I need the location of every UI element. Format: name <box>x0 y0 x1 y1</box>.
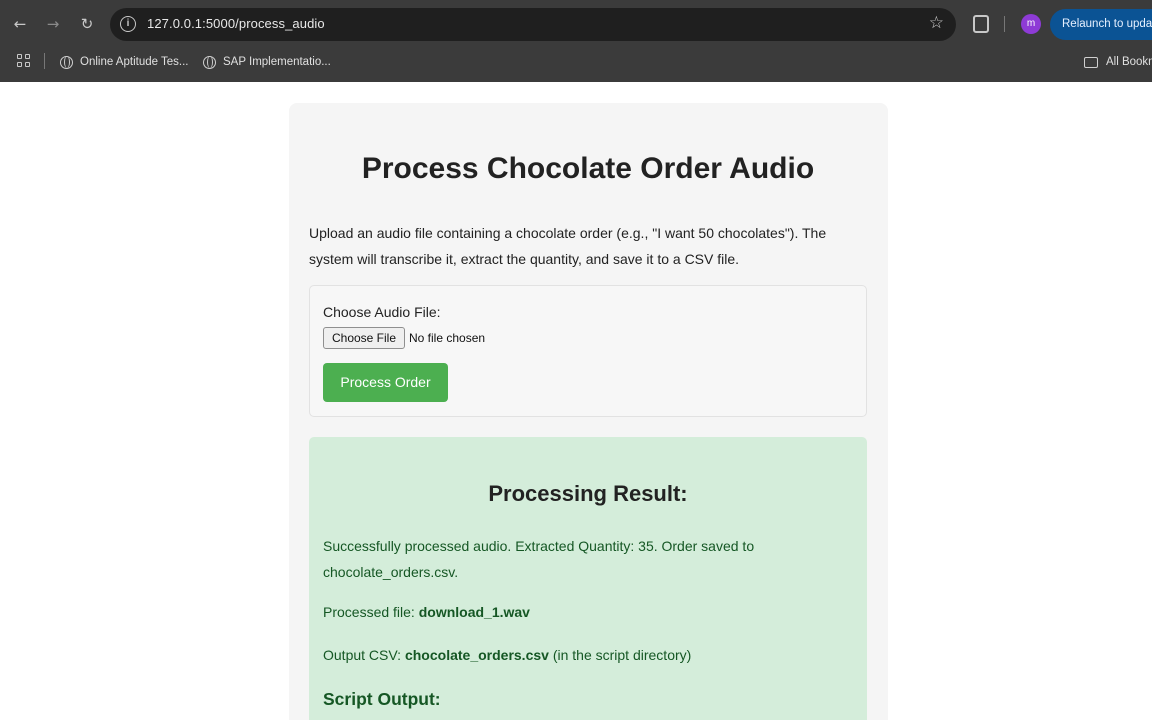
bookmark-label: Online Aptitude Tes... <box>80 56 189 68</box>
output-csv-line: Output CSV: chocolate_orders.csv (in the… <box>323 647 691 663</box>
page-title: Process Chocolate Order Audio <box>361 152 815 185</box>
profile-avatar[interactable]: m <box>1021 14 1041 34</box>
back-arrow-icon[interactable]: ← <box>10 14 30 34</box>
relaunch-button[interactable]: Relaunch to update <box>1050 9 1152 40</box>
address-url[interactable]: 127.0.0.1:5000/process_audio <box>147 16 325 31</box>
toolbar-divider <box>1004 16 1005 32</box>
site-info-icon[interactable]: i <box>120 16 136 32</box>
file-status-text: No file chosen <box>409 331 486 345</box>
forward-arrow-icon[interactable]: → <box>43 14 63 34</box>
bookmark-label: SAP Implementatio... <box>223 56 331 68</box>
processed-file-line: Processed file: download_1.wav <box>323 604 530 620</box>
audio-file-label: Choose Audio File: <box>323 304 441 320</box>
extensions-icon[interactable] <box>973 15 989 33</box>
choose-file-button[interactable]: Choose File <box>323 327 405 349</box>
address-bar[interactable]: i 127.0.0.1:5000/process_audio ☆ <box>110 8 956 41</box>
bookmark-star-icon[interactable]: ☆ <box>929 13 944 33</box>
folder-icon <box>1084 56 1098 68</box>
result-title: Processing Result: <box>488 481 688 506</box>
result-message: Successfully processed audio. Extracted … <box>323 538 755 580</box>
reload-icon[interactable]: ↻ <box>77 14 97 34</box>
output-csv-note: (in the script directory) <box>552 647 692 663</box>
process-order-button[interactable]: Process Order <box>323 363 448 402</box>
globe-icon <box>60 55 73 69</box>
bookmarks-divider <box>44 53 45 69</box>
processed-file-value: download_1.wav <box>418 604 530 620</box>
browser-toolbar: ← → ↻ i 127.0.0.1:5000/process_audio ☆ m… <box>0 0 1152 48</box>
output-csv-label: Output CSV: <box>323 647 402 663</box>
globe-icon <box>203 55 216 69</box>
all-bookmarks-label: All Bookmarks <box>1106 56 1152 68</box>
bookmark-online-aptitude[interactable]: Online Aptitude Tes... <box>60 53 188 71</box>
apps-grid-icon[interactable] <box>17 54 31 68</box>
browser-chrome: ← → ↻ i 127.0.0.1:5000/process_audio ☆ m… <box>0 0 1152 82</box>
all-bookmarks-button[interactable]: All Bookmarks <box>1084 53 1152 71</box>
processed-file-label: Processed file: <box>323 604 415 620</box>
bookmark-sap-implementation[interactable]: SAP Implementatio... <box>203 53 331 71</box>
output-csv-value: chocolate_orders.csv <box>404 647 549 663</box>
intro-text: Upload an audio file containing a chocol… <box>309 225 827 267</box>
script-output-title: Script Output: <box>323 689 441 709</box>
